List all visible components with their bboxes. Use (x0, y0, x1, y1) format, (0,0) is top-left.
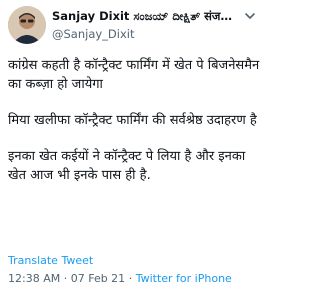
translate-tweet-link[interactable]: Translate Tweet (8, 254, 93, 267)
tweet-date[interactable]: 07 Feb 21 (71, 272, 125, 285)
meta-separator: · (128, 272, 133, 285)
meta-separator: · (63, 272, 68, 285)
tweet-paragraph: इनका खेत कईयों ने कॉन्ट्रैक्ट पे लिया है… (8, 149, 246, 183)
tweet-meta: 12:38 AM · 07 Feb 21 · Twitter for iPhon… (8, 272, 232, 285)
tweet-source-link[interactable]: Twitter for iPhone (136, 272, 232, 285)
chevron-down-icon (245, 13, 255, 19)
display-name[interactable]: Sanjay Dixit ಸಂಜಯ್ ದೀಕ್ಷಿತ್ संजय दीक्षित (52, 9, 234, 24)
tweet-text: कांग्रेस कहती है कॉन्ट्रैक्ट फार्मिंग मे… (8, 56, 260, 202)
more-options-button[interactable] (240, 6, 260, 26)
tweet-time[interactable]: 12:38 AM (8, 272, 60, 285)
tweet-paragraph: कांग्रेस कहती है कॉन्ट्रैक्ट फार्मिंग मे… (8, 58, 260, 92)
avatar[interactable] (8, 6, 46, 44)
tweet-paragraph: मिया खलीफा कॉन्ट्रैक्ट फार्मिंग की सर्वश… (8, 113, 257, 128)
user-avatar-icon (8, 6, 46, 44)
user-handle[interactable]: @Sanjay_Dixit (52, 27, 135, 42)
tweet-header: Sanjay Dixit ಸಂಜಯ್ ದೀಕ್ಷಿತ್ संजय दीक्षित… (8, 6, 260, 44)
